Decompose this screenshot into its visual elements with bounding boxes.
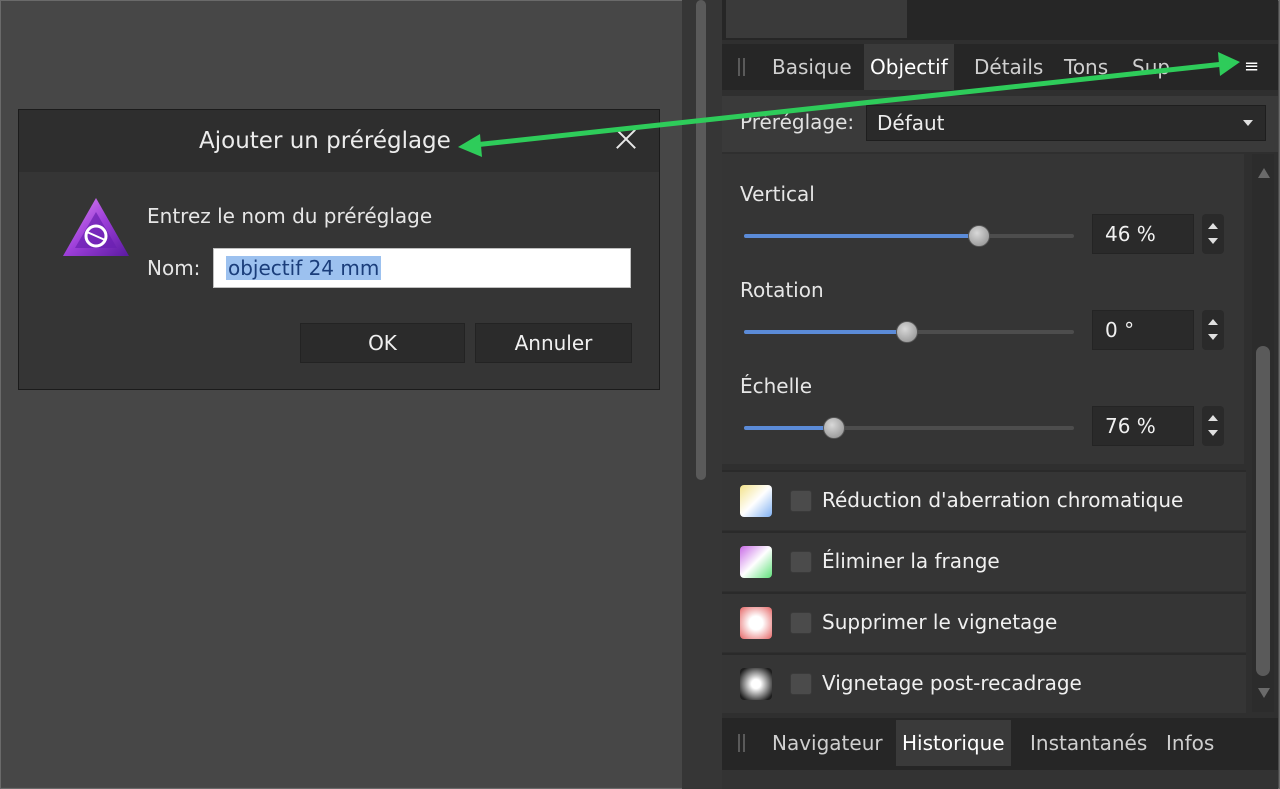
slider-rotation: Rotation 0 °: [722, 250, 1244, 350]
spinner-icon[interactable]: [1202, 214, 1224, 254]
canvas-scrollbar[interactable]: [682, 0, 722, 789]
hamburger-menu-icon[interactable]: ≡: [1244, 58, 1266, 76]
preset-name-value: objectif 24 mm: [226, 256, 382, 280]
tab-historique[interactable]: Historique: [896, 720, 1011, 766]
add-preset-dialog: Ajouter un préréglage Entrez le nom du p…: [18, 109, 660, 390]
affinity-photo-logo-icon: [63, 198, 129, 256]
cancel-button[interactable]: Annuler: [475, 323, 632, 363]
feature-label: Réduction d'aberration chromatique: [822, 488, 1184, 512]
preset-value: Défaut: [877, 111, 945, 135]
slider-track[interactable]: [744, 417, 1074, 439]
chevron-down-icon: [1243, 120, 1253, 126]
bottom-panel-body: [722, 770, 1278, 789]
preset-dropdown[interactable]: Défaut: [866, 105, 1266, 141]
checkbox[interactable]: [790, 673, 812, 695]
preset-row: Préréglage: Défaut: [722, 96, 1278, 152]
slider-track[interactable]: [744, 321, 1074, 343]
checkbox[interactable]: [790, 490, 812, 512]
canvas-scroll-thumb[interactable]: [696, 0, 706, 480]
tab-instantanes[interactable]: Instantanés: [1024, 720, 1153, 766]
feature-label: Vignetage post-recadrage: [822, 671, 1082, 695]
scroll-up-icon[interactable]: [1258, 168, 1270, 178]
panel-grip-icon[interactable]: [738, 734, 746, 752]
feature-label: Éliminer la frange: [822, 549, 1000, 573]
dialog-prompt: Entrez le nom du préréglage: [147, 204, 433, 228]
slider-knob[interactable]: [968, 225, 990, 247]
spinner-icon[interactable]: [1202, 406, 1224, 446]
tab-basique[interactable]: Basique: [766, 44, 858, 90]
tab-details[interactable]: Détails: [968, 44, 1049, 90]
feature-defringe[interactable]: Éliminer la frange: [722, 531, 1246, 591]
checkbox[interactable]: [790, 612, 812, 634]
feature-vignette-removal[interactable]: Supprimer le vignetage: [722, 592, 1246, 652]
slider-vertical: Vertical 46 %: [722, 154, 1244, 254]
spinner-icon[interactable]: [1202, 310, 1224, 350]
develop-panel: Basique Objectif Détails Tons Sup ≡ Prér…: [722, 0, 1278, 789]
chromatic-aberration-icon: [740, 485, 772, 517]
name-label: Nom:: [147, 256, 201, 280]
tab-tons[interactable]: Tons: [1058, 44, 1114, 90]
preset-label: Préréglage:: [740, 110, 855, 134]
panel-scrollbar[interactable]: [1252, 154, 1274, 712]
panel-top-tab[interactable]: [726, 0, 907, 38]
slider-label: Vertical: [740, 182, 815, 206]
dialog-title: Ajouter un préréglage: [199, 128, 451, 154]
slider-knob[interactable]: [823, 417, 845, 439]
value-field[interactable]: 46 %: [1092, 214, 1194, 254]
slider-fill: [744, 426, 833, 430]
value-text: 46 %: [1105, 222, 1156, 246]
develop-tabbar: Basique Objectif Détails Tons Sup ≡: [722, 44, 1278, 90]
tab-sup[interactable]: Sup: [1126, 44, 1176, 90]
ok-button[interactable]: OK: [300, 323, 465, 363]
tab-navigateur[interactable]: Navigateur: [766, 720, 889, 766]
close-icon[interactable]: [613, 126, 639, 152]
bottom-tabbar: Navigateur Historique Instantanés Infos: [722, 718, 1278, 770]
slider-knob[interactable]: [896, 321, 918, 343]
value-field[interactable]: 0 °: [1092, 310, 1194, 350]
slider-label: Échelle: [740, 374, 813, 398]
slider-fill: [744, 330, 906, 334]
feature-post-crop-vignette[interactable]: Vignetage post-recadrage: [722, 653, 1246, 713]
preset-name-input[interactable]: objectif 24 mm: [213, 248, 631, 288]
tab-objectif[interactable]: Objectif: [864, 44, 954, 90]
slider-fill: [744, 234, 978, 238]
scroll-down-icon[interactable]: [1258, 688, 1270, 698]
defringe-icon: [740, 546, 772, 578]
lens-sliders: Vertical 46 % Rotation 0 ° Échelle 76 %: [722, 154, 1244, 464]
post-crop-vignette-icon: [740, 668, 772, 700]
feature-chromatic-aberration[interactable]: Réduction d'aberration chromatique: [722, 470, 1246, 530]
panel-scroll-thumb[interactable]: [1256, 346, 1270, 676]
value-text: 76 %: [1105, 414, 1156, 438]
slider-echelle: Échelle 76 %: [722, 346, 1244, 446]
vignette-removal-icon: [740, 607, 772, 639]
value-text: 0 °: [1105, 318, 1135, 342]
checkbox[interactable]: [790, 551, 812, 573]
panel-grip-icon[interactable]: [738, 58, 746, 76]
slider-track[interactable]: [744, 225, 1074, 247]
value-field[interactable]: 76 %: [1092, 406, 1194, 446]
dialog-title-bar[interactable]: Ajouter un préréglage: [19, 110, 659, 172]
tab-infos[interactable]: Infos: [1160, 720, 1220, 766]
feature-label: Supprimer le vignetage: [822, 610, 1058, 634]
slider-label: Rotation: [740, 278, 824, 302]
panel-top-strip: [722, 0, 1278, 40]
